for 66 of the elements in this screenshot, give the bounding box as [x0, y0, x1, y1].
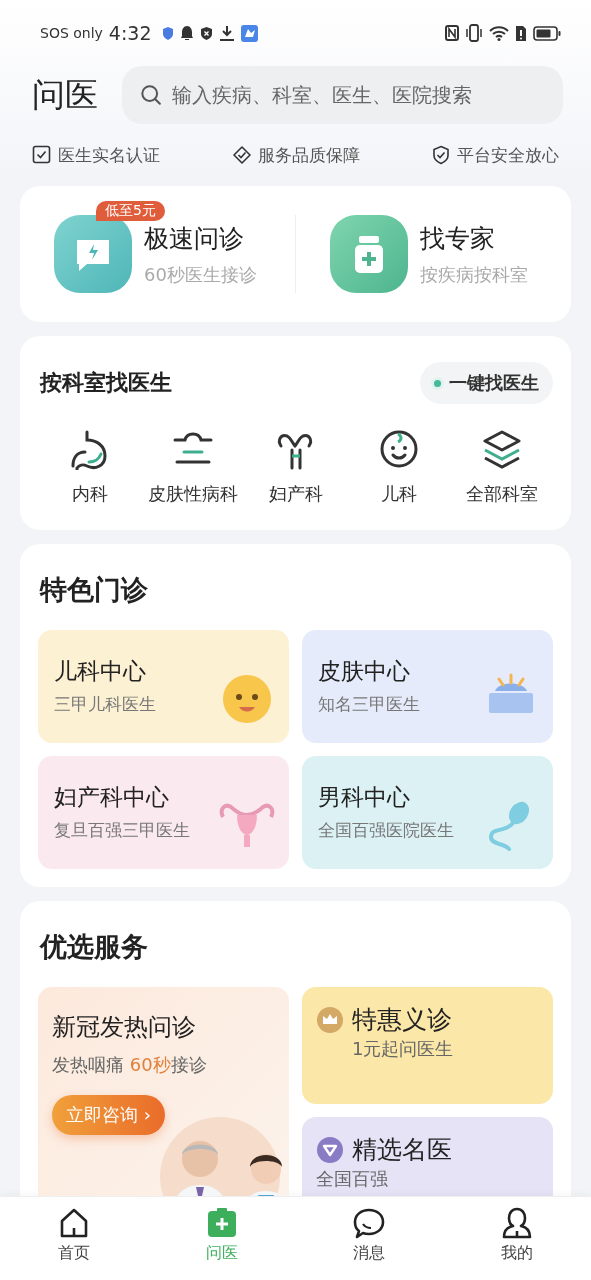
guarantee-label: 平台安全放心	[457, 143, 559, 167]
tab-item[interactable]: 首页	[0, 1197, 148, 1280]
bell-icon	[179, 25, 194, 41]
service-subtitle: 按疾病按科室	[420, 262, 528, 287]
clinic-title: 妇产科中心	[54, 783, 170, 812]
service-title[interactable]: 极速问诊	[144, 221, 257, 255]
clinic-title: 男科中心	[318, 783, 411, 812]
diamond-check-icon	[231, 145, 252, 165]
find-doctor-button[interactable]: 一键找医生	[420, 362, 553, 404]
clinic-subtitle: 复旦百强三甲医生	[54, 819, 191, 842]
service-title: 特惠义诊	[352, 1004, 452, 1036]
tab-item[interactable]: 消息	[295, 1197, 444, 1280]
search-input[interactable]: 输入疾病、科室、医生、医院搜索	[170, 82, 545, 108]
clinic-subtitle: 全国百强医院医生	[318, 819, 455, 842]
nfc-icon	[445, 25, 459, 41]
shield-icon	[161, 26, 174, 40]
service-title[interactable]: 找专家	[420, 221, 528, 255]
section-title: 特色门诊	[40, 573, 149, 607]
carrier-text: SOS only	[40, 25, 103, 41]
department-item[interactable]: 内科	[38, 428, 141, 506]
section-title: 按科室找医生	[40, 369, 172, 397]
checkbox-icon	[32, 145, 52, 165]
service-subtitle: 60秒医生接诊	[144, 262, 257, 287]
search-icon	[140, 83, 163, 107]
service-title: 精选名医	[352, 1134, 452, 1166]
guarantee-label: 医生实名认证	[58, 143, 160, 167]
clinic-title: 皮肤中心	[318, 657, 411, 686]
shield-check-icon	[431, 145, 451, 165]
chat-bubble-icon	[353, 1207, 386, 1239]
department-item[interactable]: 妇产科	[244, 428, 347, 506]
tab-item[interactable]: 我的	[443, 1197, 591, 1280]
service-subtitle: 1元起问医生	[351, 1038, 455, 1060]
promo-card[interactable]: 新冠发热问诊 发热咽痛 60秒接诊 立即咨询 ›	[38, 987, 289, 1196]
app-notification-icon	[240, 24, 258, 42]
promo-subtitle: 发热咽痛 60秒接诊	[52, 1053, 208, 1077]
section-title: 优选服务	[40, 930, 149, 964]
shield-x-icon	[199, 25, 213, 41]
crown-icon	[316, 1005, 344, 1034]
service-icon-tile[interactable]	[330, 215, 408, 293]
search-bar[interactable]: 输入疾病、科室、医生、医院搜索	[122, 66, 563, 124]
service-card[interactable]: 特惠义诊 1元起问医生	[302, 987, 553, 1104]
medical-kit-icon	[205, 1207, 238, 1239]
battery-icon	[533, 25, 561, 41]
person-icon	[501, 1207, 534, 1239]
department-item[interactable]: 儿科	[347, 428, 450, 506]
clinic-title: 儿科中心	[54, 657, 147, 686]
vibrate-icon	[465, 24, 483, 42]
service-icon-tile[interactable]	[54, 215, 132, 293]
promo-title: 新冠发热问诊	[52, 1012, 197, 1043]
clinic-card[interactable]: 皮肤中心 知名三甲医生	[302, 630, 553, 743]
clinic-card[interactable]: 男科中心 全国百强医院医生	[302, 756, 553, 869]
download-icon	[218, 25, 235, 41]
guarantee-label: 服务品质保障	[257, 143, 360, 167]
department-item[interactable]: 全部科室	[450, 428, 553, 506]
price-tag: 低至5元	[96, 201, 165, 221]
clinic-subtitle: 三甲儿科医生	[54, 693, 157, 716]
clinic-card[interactable]: 儿科中心 三甲儿科医生	[38, 630, 289, 743]
page-title: 问医	[32, 73, 98, 116]
department-item[interactable]: 皮肤性病科	[141, 428, 244, 506]
service-subtitle: 全国百强	[316, 1168, 389, 1190]
service-card[interactable]: 精选名医 全国百强	[302, 1117, 553, 1196]
sim-alert-icon	[515, 24, 527, 42]
clinic-card[interactable]: 妇产科中心 复旦百强三甲医生	[38, 756, 289, 869]
clinic-subtitle: 知名三甲医生	[318, 693, 421, 716]
clock-time: 4:32	[108, 22, 152, 44]
wifi-icon	[489, 25, 509, 41]
